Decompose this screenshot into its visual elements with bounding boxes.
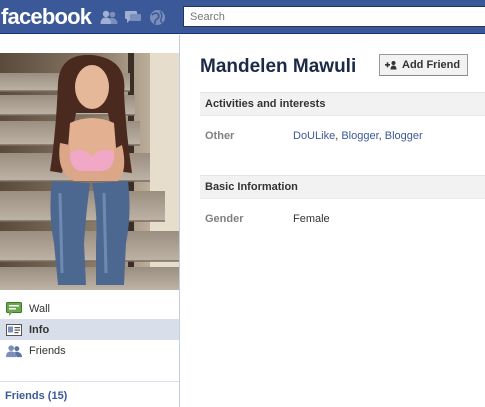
sidebar-item-label: Wall xyxy=(29,302,50,315)
info-icon xyxy=(6,323,22,337)
main-content: Mandelen Mawuli Add Friend Activities an… xyxy=(181,35,485,407)
field-label: Other xyxy=(205,130,235,142)
messages-icon[interactable] xyxy=(124,8,142,26)
friends-icon xyxy=(6,344,22,358)
left-column: Wall Info Friends Friends (15) xyxy=(0,35,180,407)
wall-icon xyxy=(6,301,22,316)
sidebar-item-label: Info xyxy=(29,323,50,336)
add-friend-icon xyxy=(385,60,397,70)
interest-link[interactable]: Blogger xyxy=(385,130,423,142)
profile-nav: Wall Info Friends xyxy=(0,298,179,361)
add-friend-button[interactable]: Add Friend xyxy=(379,54,469,76)
sidebar-item-friends[interactable]: Friends xyxy=(0,340,179,361)
field-label: Gender xyxy=(205,213,244,225)
basic-gender-row: Gender Female xyxy=(205,213,330,225)
search-input[interactable] xyxy=(184,7,485,26)
sidebar-item-label: Friends xyxy=(29,344,66,357)
sidebar-item-wall[interactable]: Wall xyxy=(0,298,179,319)
interest-link[interactable]: DoULike xyxy=(293,130,335,142)
section-header-activities: Activities and interests xyxy=(200,92,485,116)
top-bar: facebook xyxy=(0,0,485,34)
activities-other-row: Other DoULike, Blogger, Blogger xyxy=(205,130,423,142)
notification-jewels xyxy=(100,8,166,26)
interest-link[interactable]: Blogger xyxy=(341,130,378,142)
add-friend-label: Add Friend xyxy=(402,59,461,71)
search-box[interactable] xyxy=(183,6,485,27)
facebook-logo[interactable]: facebook xyxy=(1,4,92,30)
profile-picture[interactable] xyxy=(0,53,179,290)
profile-name: Mandelen Mawuli xyxy=(200,56,357,77)
notifications-icon[interactable] xyxy=(148,8,166,26)
friends-count-link[interactable]: Friends (15) xyxy=(0,381,179,402)
friend-requests-icon[interactable] xyxy=(100,8,118,26)
section-header-basic-info: Basic Information xyxy=(200,175,485,199)
field-value: DoULike, Blogger, Blogger xyxy=(293,130,423,142)
sidebar-item-info[interactable]: Info xyxy=(0,319,179,340)
field-value: Female xyxy=(293,213,330,225)
